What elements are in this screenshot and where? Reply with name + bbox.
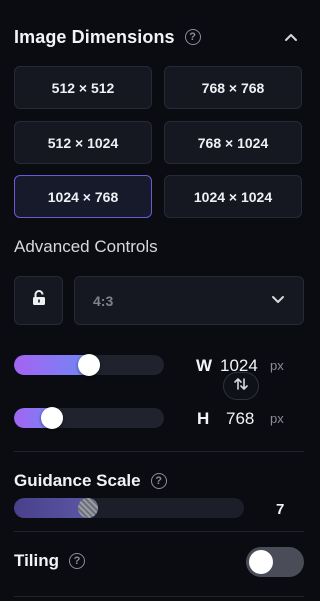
width-slider-handle[interactable]	[78, 354, 100, 376]
height-slider-handle[interactable]	[41, 407, 63, 429]
image-dimensions-title: Image Dimensions	[14, 26, 175, 47]
guidance-scale-title: Guidance Scale	[14, 471, 141, 490]
aspect-ratio-value: 4:3	[93, 292, 114, 309]
lock-icon	[32, 290, 46, 311]
divider	[14, 531, 304, 532]
swap-icon	[233, 377, 249, 396]
guidance-scale-header: Guidance Scale ?	[14, 470, 167, 492]
tiling-toggle[interactable]	[246, 547, 304, 577]
guidance-slider-handle[interactable]	[78, 498, 98, 518]
height-unit: px	[270, 411, 284, 426]
tiling-title: Tiling	[14, 551, 60, 570]
divider	[14, 596, 304, 597]
help-icon[interactable]: ?	[69, 553, 86, 569]
preset-1024x1024-button[interactable]: 1024 × 1024	[164, 175, 302, 218]
help-icon[interactable]: ?	[150, 473, 167, 489]
tiling-toggle-knob	[249, 550, 273, 574]
height-slider[interactable]	[14, 408, 164, 428]
preset-1024x768-button[interactable]: 1024 × 768	[14, 175, 152, 218]
height-label: H	[197, 409, 210, 428]
width-label: W	[196, 356, 213, 375]
preset-768x768-button[interactable]: 768 × 768	[164, 66, 302, 109]
height-value[interactable]: 768	[226, 409, 254, 429]
aspect-ratio-select[interactable]: 4:3	[74, 276, 304, 325]
preset-512x512-button[interactable]: 512 × 512	[14, 66, 152, 109]
chevron-down-icon	[271, 292, 285, 310]
image-settings-panel: Image Dimensions ? 512 × 512 768 × 768 5…	[0, 0, 320, 601]
guidance-scale-slider[interactable]	[14, 498, 244, 518]
swap-dimensions-button[interactable]	[223, 372, 259, 400]
divider	[14, 451, 304, 452]
width-unit: px	[270, 358, 284, 373]
aspect-lock-button[interactable]	[14, 276, 63, 325]
advanced-controls-label: Advanced Controls	[14, 237, 158, 256]
guidance-scale-value: 7	[276, 501, 285, 518]
tiling-header: Tiling ?	[14, 549, 86, 573]
chevron-up-icon[interactable]	[281, 27, 301, 47]
help-icon[interactable]: ?	[184, 29, 201, 45]
preset-768x1024-button[interactable]: 768 × 1024	[164, 121, 302, 164]
image-dimensions-header: Image Dimensions ?	[14, 24, 201, 50]
preset-512x1024-button[interactable]: 512 × 1024	[14, 121, 152, 164]
